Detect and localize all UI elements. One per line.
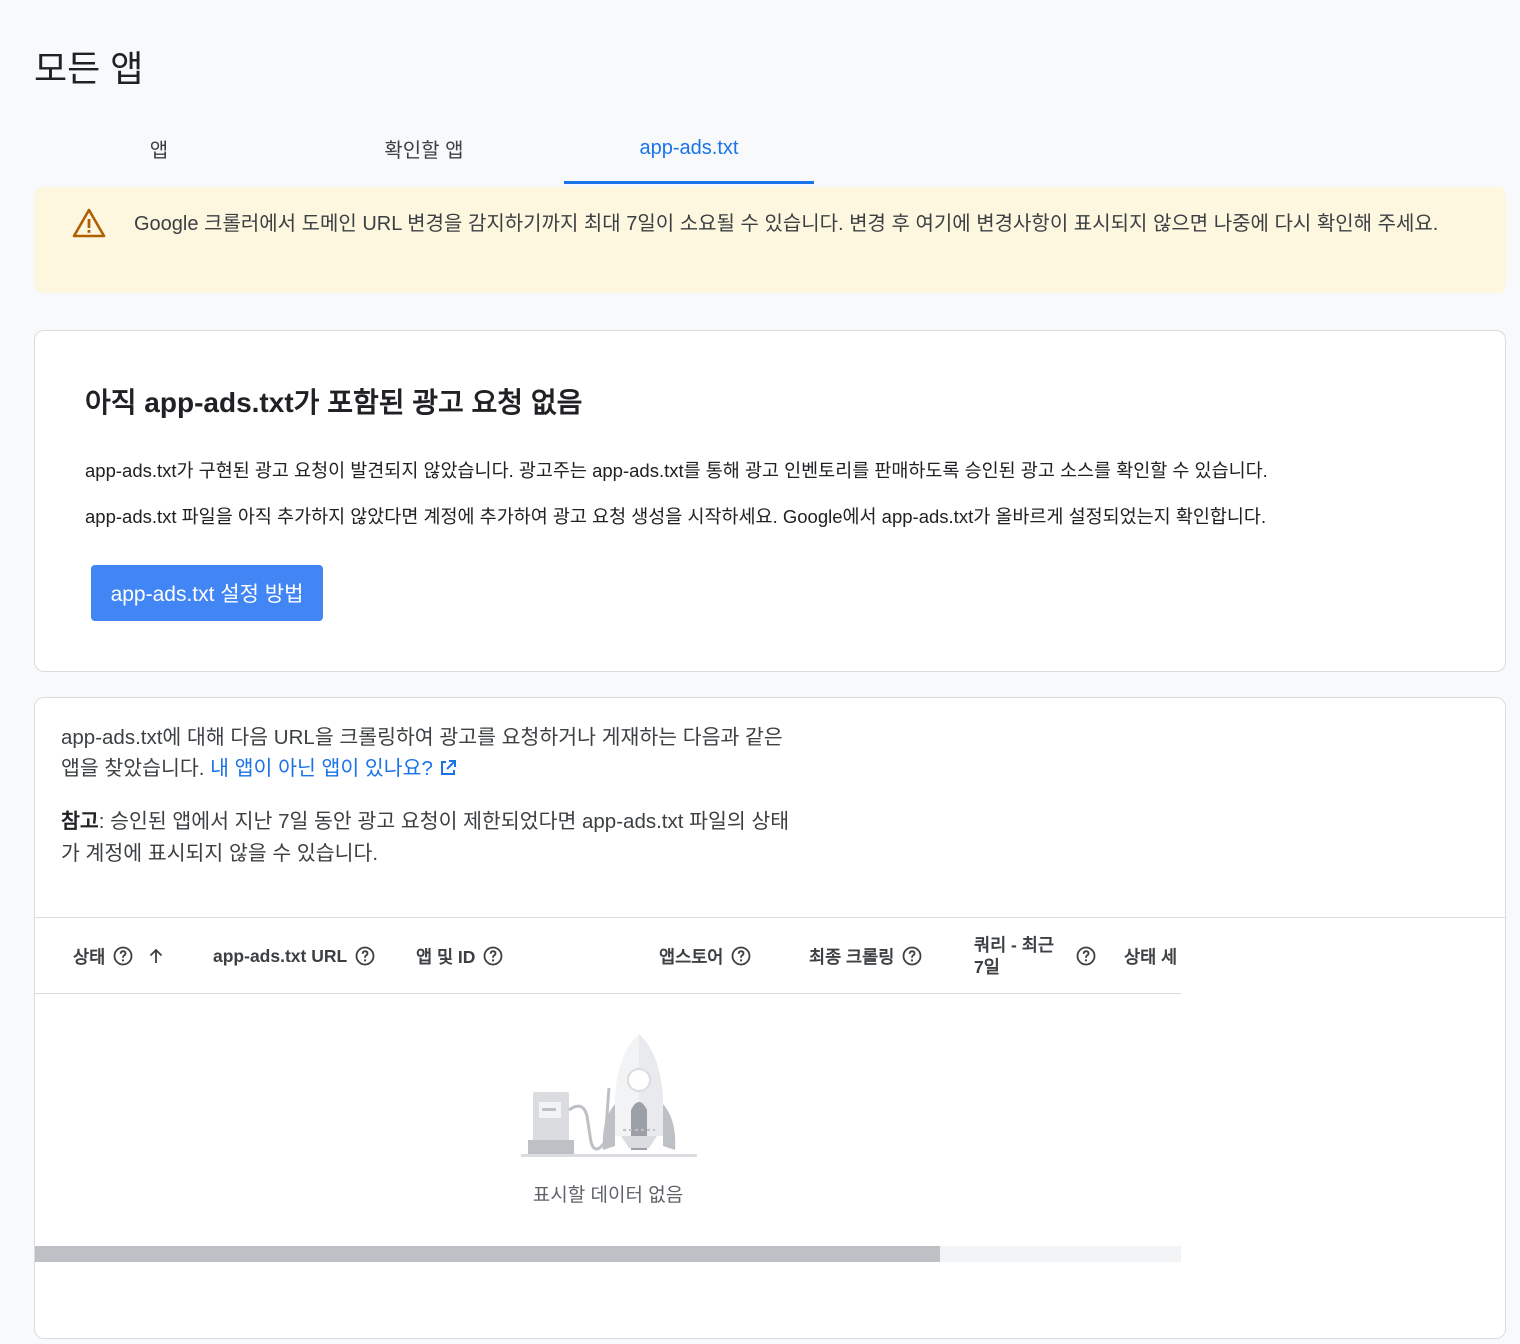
column-header-url-label: app-ads.txt URL xyxy=(213,945,348,966)
setup-app-ads-txt-button[interactable]: app-ads.txt 설정 방법 xyxy=(91,565,323,621)
column-header-queries[interactable]: 쿼리 - 최근 7일 xyxy=(974,918,1096,994)
warning-text: Google 크롤러에서 도메인 URL 변경을 감지하기까지 최대 7일이 소… xyxy=(134,213,1439,235)
no-requests-paragraph-1: app-ads.txt가 구현된 광고 요청이 발견되지 않았습니다. 광고주는… xyxy=(85,460,1268,481)
help-icon[interactable] xyxy=(1076,946,1096,966)
tab-bar: 앱 확인할 앱 app-ads.txt xyxy=(34,112,814,184)
external-link-icon xyxy=(440,760,456,775)
crawled-apps-card: app-ads.txt에 대해 다음 URL을 크롤링하여 광고를 요청하거나 … xyxy=(34,697,1506,1339)
column-header-url[interactable]: app-ads.txt URL xyxy=(213,918,375,994)
warning-triangle-icon xyxy=(72,208,106,238)
app-ads-table: 상태 app-ads.txt URL 앱 및 ID 앱스토어 최종 크롤링 쿼리… xyxy=(35,918,1181,1262)
no-requests-title: 아직 app-ads.txt가 포함된 광고 요청 없음 xyxy=(85,387,583,418)
column-header-status-label: 상태 xyxy=(73,946,106,967)
horizontal-scrollbar[interactable] xyxy=(35,1246,1181,1262)
sort-ascending-icon[interactable] xyxy=(147,947,165,965)
column-header-app-and-id-label: 앱 및 ID xyxy=(416,946,476,967)
column-header-queries-label: 쿼리 - 최근 7일 xyxy=(974,935,1054,977)
rocket-launch-illustration-icon xyxy=(521,1034,697,1157)
note: 참고: 승인된 앱에서 지난 7일 동안 광고 요청이 제한되었다면 app-a… xyxy=(61,806,801,870)
column-header-last-crawl-label: 최종 크롤링 xyxy=(809,946,895,967)
crawl-intro: app-ads.txt에 대해 다음 URL을 크롤링하여 광고를 요청하거나 … xyxy=(61,722,801,784)
help-icon[interactable] xyxy=(113,946,133,966)
help-icon[interactable] xyxy=(355,946,375,966)
tab-apps[interactable]: 앱 xyxy=(34,112,284,184)
no-requests-card: 아직 app-ads.txt가 포함된 광고 요청 없음 app-ads.txt… xyxy=(34,330,1506,672)
column-header-status-detail-label: 상태 세 xyxy=(1124,946,1178,967)
help-icon[interactable] xyxy=(483,946,503,966)
not-my-app-link-label: 내 앱이 아닌 앱이 있나요? xyxy=(210,757,433,780)
tab-app-ads-txt[interactable]: app-ads.txt xyxy=(564,112,814,184)
table-header: 상태 app-ads.txt URL 앱 및 ID 앱스토어 최종 크롤링 쿼리… xyxy=(35,918,1181,994)
note-text: : 승인된 앱에서 지난 7일 동안 광고 요청이 제한되었다면 app-ads… xyxy=(61,810,790,865)
column-header-app-and-id[interactable]: 앱 및 ID xyxy=(416,918,503,994)
not-my-app-link[interactable]: 내 앱이 아닌 앱이 있나요? xyxy=(210,757,457,780)
note-label: 참고 xyxy=(61,810,99,833)
column-header-app-store-label: 앱스토어 xyxy=(659,946,724,967)
help-icon[interactable] xyxy=(731,946,751,966)
tab-apps-to-review[interactable]: 확인할 앱 xyxy=(299,112,549,184)
no-requests-paragraph-2: app-ads.txt 파일을 아직 추가하지 않았다면 계정에 추가하여 광고… xyxy=(85,506,1267,527)
column-header-last-crawl[interactable]: 최종 크롤링 xyxy=(809,918,922,994)
page-title: 모든 앱 xyxy=(34,48,144,89)
column-header-status[interactable]: 상태 xyxy=(73,918,165,994)
horizontal-scrollbar-thumb[interactable] xyxy=(35,1246,941,1262)
column-header-app-store[interactable]: 앱스토어 xyxy=(659,918,751,994)
warning-banner: Google 크롤러에서 도메인 URL 변경을 감지하기까지 최대 7일이 소… xyxy=(34,187,1506,293)
help-icon[interactable] xyxy=(902,946,922,966)
column-header-status-detail[interactable]: 상태 세 xyxy=(1124,918,1177,994)
empty-state-message: 표시할 데이터 없음 xyxy=(532,1185,684,1206)
